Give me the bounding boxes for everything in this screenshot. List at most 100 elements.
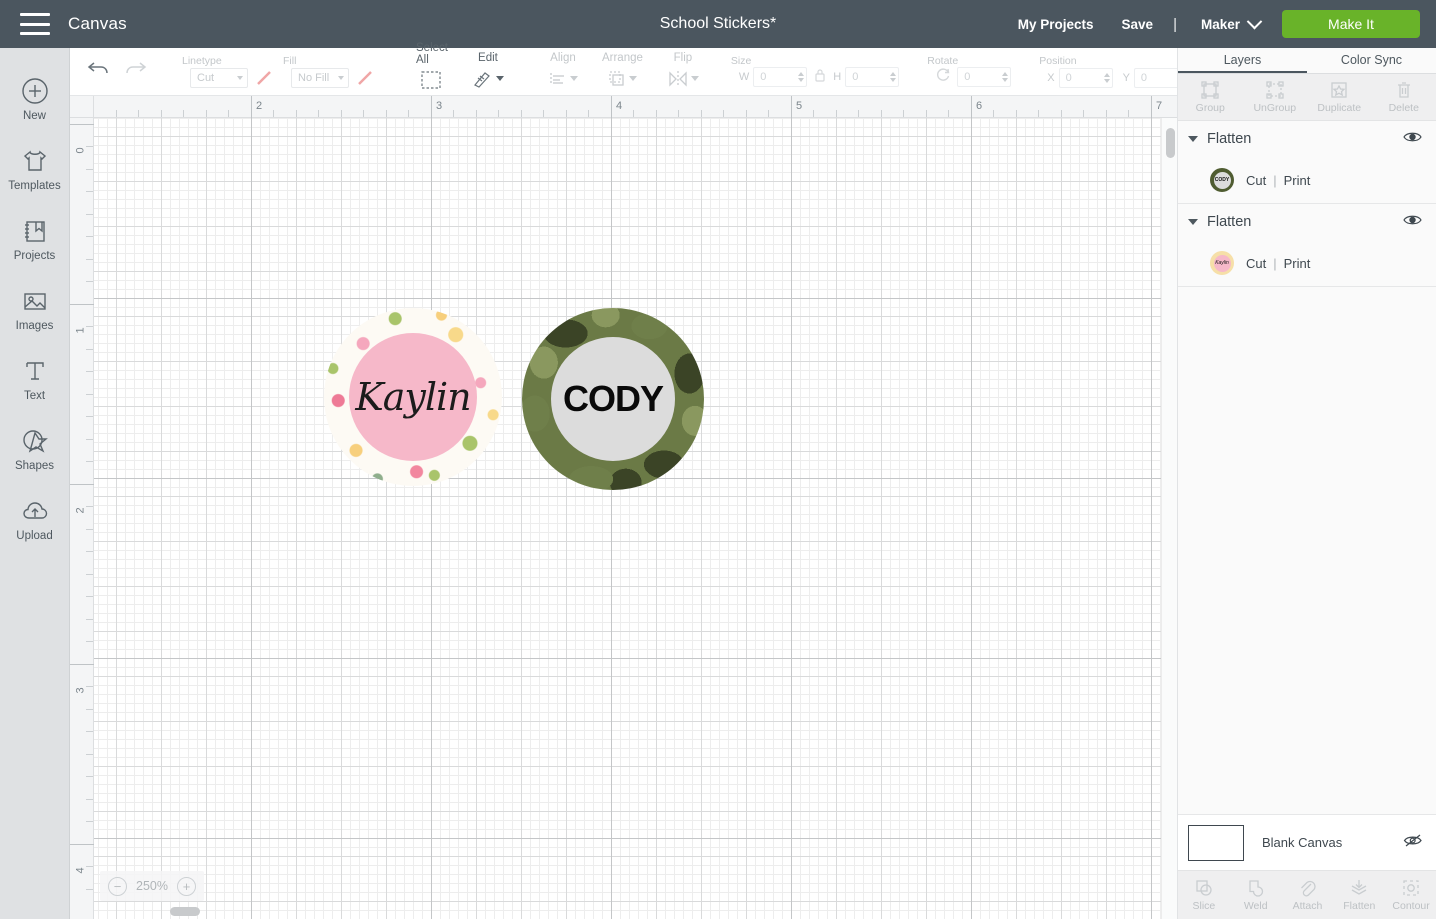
rotate-icon[interactable] xyxy=(935,67,951,88)
sidebar-item-text[interactable]: Text xyxy=(0,344,69,414)
height-input[interactable]: 0 xyxy=(845,67,900,87)
save-button[interactable]: Save xyxy=(1108,17,1168,32)
tab-layers[interactable]: Layers xyxy=(1178,48,1307,73)
sticker-cody-center: CODY xyxy=(551,337,675,461)
header-divider: | xyxy=(1173,15,1177,33)
sidebar-item-projects[interactable]: Projects xyxy=(0,204,69,274)
make-it-button[interactable]: Make It xyxy=(1282,10,1420,38)
eye-icon[interactable] xyxy=(1403,213,1422,232)
my-projects-link[interactable]: My Projects xyxy=(1004,17,1108,32)
attach-button[interactable]: Attach xyxy=(1282,871,1334,919)
machine-selector[interactable]: Maker xyxy=(1183,13,1272,32)
canvas-horizontal-scrollbar[interactable] xyxy=(94,905,1161,919)
chevron-down-icon xyxy=(338,75,344,80)
horizontal-scroll-thumb[interactable] xyxy=(170,907,200,916)
sidebar-item-images[interactable]: Images xyxy=(0,274,69,344)
chevron-down-icon[interactable] xyxy=(1188,219,1198,225)
flatten-button[interactable]: Flatten xyxy=(1333,871,1385,919)
sidebar-item-new[interactable]: New xyxy=(0,64,69,134)
layer-group-header[interactable]: Flatten xyxy=(1178,204,1436,240)
contour-button[interactable]: Contour xyxy=(1385,871,1436,919)
x-label: X xyxy=(1047,71,1055,84)
layer-op-print[interactable]: Print xyxy=(1284,173,1311,188)
height-stepper[interactable] xyxy=(890,72,897,82)
sidebar-item-shapes[interactable]: Shapes xyxy=(0,414,69,484)
duplicate-button[interactable]: Duplicate xyxy=(1307,74,1372,120)
layer-op-cut[interactable]: Cut xyxy=(1246,256,1266,271)
linetype-color-swatch[interactable] xyxy=(253,68,275,88)
ungroup-button[interactable]: UnGroup xyxy=(1243,74,1308,120)
blank-canvas-swatch[interactable] xyxy=(1188,824,1244,861)
tab-color-sync[interactable]: Color Sync xyxy=(1307,48,1436,73)
eye-off-icon[interactable] xyxy=(1403,833,1423,853)
blank-canvas-row[interactable]: Blank Canvas xyxy=(1178,814,1436,870)
delete-label: Delete xyxy=(1388,101,1419,114)
group-icon xyxy=(1201,80,1219,99)
chevron-down-icon xyxy=(495,76,504,81)
layer-thumbnail-kaylin: Kaylin xyxy=(1210,251,1234,275)
select-all-icon xyxy=(420,70,444,90)
sticker-kaylin-center: Kaylin xyxy=(349,333,477,461)
arrange-icon xyxy=(607,68,638,90)
layer-group-header[interactable]: Flatten xyxy=(1178,121,1436,157)
layer-op-print[interactable]: Print xyxy=(1284,256,1311,271)
sticker-cody-name: CODY xyxy=(562,378,664,419)
width-stepper[interactable] xyxy=(798,72,805,82)
x-stepper[interactable] xyxy=(1103,72,1110,83)
hamburger-menu-icon[interactable] xyxy=(20,13,50,35)
rotate-stepper[interactable] xyxy=(1002,72,1009,82)
eye-icon[interactable] xyxy=(1403,130,1422,149)
linetype-select[interactable]: Cut xyxy=(190,67,248,88)
sidebar-item-templates[interactable]: Templates xyxy=(0,134,69,204)
slice-icon xyxy=(1196,879,1212,896)
design-canvas[interactable]: Kaylin CODY 2 3 4 5 6 7 0 1 2 3 4 − 250%… xyxy=(70,96,1177,919)
layer-row[interactable]: Kaylin Cut | Print xyxy=(1178,240,1436,286)
redo-icon[interactable] xyxy=(124,59,148,84)
sidebar-label-templates: Templates xyxy=(8,180,61,192)
width-label: W xyxy=(738,71,750,83)
layer-row[interactable]: CODY Cut | Print xyxy=(1178,157,1436,203)
edit-button[interactable]: Edit xyxy=(460,48,516,96)
sticker-kaylin[interactable]: Kaylin xyxy=(324,308,502,486)
layer-op-cut[interactable]: Cut xyxy=(1246,173,1266,188)
flip-button[interactable]: Flip xyxy=(655,48,711,96)
paperclip-icon xyxy=(1301,880,1317,896)
weld-icon xyxy=(1249,879,1263,897)
rotate-input[interactable]: 0 xyxy=(957,67,1012,87)
chevron-down-icon[interactable] xyxy=(1188,136,1198,142)
fill-color-swatch[interactable] xyxy=(354,68,376,88)
group-button[interactable]: Group xyxy=(1178,74,1243,120)
sidebar-item-upload[interactable]: Upload xyxy=(0,484,69,554)
layer-actions-bar: Group UnGroup Duplicate Delete xyxy=(1178,74,1436,121)
layer-thumbnail-text: CODY xyxy=(1213,171,1231,189)
sidebar-label-shapes: Shapes xyxy=(14,460,54,472)
ruler-v-label: 1 xyxy=(74,327,87,334)
tshirt-icon xyxy=(20,146,50,176)
weld-button[interactable]: Weld xyxy=(1230,871,1282,919)
zoom-out-button[interactable]: − xyxy=(108,876,127,896)
flatten-label: Flatten xyxy=(1343,899,1376,912)
width-input[interactable]: 0 xyxy=(753,67,808,87)
x-input[interactable]: 0 xyxy=(1058,67,1113,88)
duplicate-icon xyxy=(1331,81,1347,98)
fill-select[interactable]: No Fill xyxy=(291,67,349,88)
ruler-corner xyxy=(70,96,94,118)
select-all-label: Select All xyxy=(416,41,448,66)
align-button[interactable]: Align xyxy=(536,48,590,96)
vertical-scroll-thumb[interactable] xyxy=(1166,128,1175,158)
right-panel: Layers Color Sync Group UnGroup Duplicat… xyxy=(1177,48,1436,919)
select-all-button[interactable]: Select All xyxy=(404,42,460,96)
layer-group-title: Flatten xyxy=(1207,131,1252,147)
zoom-in-button[interactable]: + xyxy=(176,876,196,896)
size-title: Size xyxy=(730,54,752,67)
undo-icon[interactable] xyxy=(86,59,110,84)
weld-label: Weld xyxy=(1243,899,1268,912)
sticker-cody[interactable]: CODY xyxy=(522,308,704,490)
slice-button[interactable]: Slice xyxy=(1178,871,1230,919)
arrange-button[interactable]: Arrange xyxy=(590,48,655,96)
canvas-vertical-scrollbar[interactable] xyxy=(1161,118,1177,919)
lock-icon[interactable] xyxy=(813,67,827,88)
delete-button[interactable]: Delete xyxy=(1372,74,1436,120)
edit-icon xyxy=(472,68,504,90)
layer-group: Flatten Kaylin Cut | Print xyxy=(1178,204,1436,287)
